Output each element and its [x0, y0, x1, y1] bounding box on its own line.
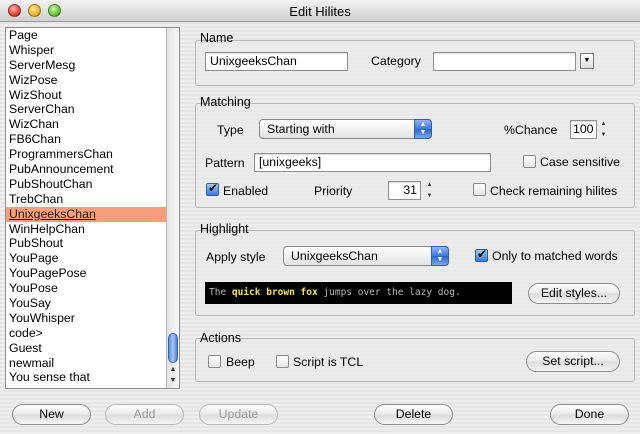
beep-checkbox[interactable]: [208, 355, 221, 368]
increment-arrow-icon[interactable]: ▲: [598, 119, 609, 130]
list-item[interactable]: TrebChan: [6, 192, 167, 207]
list-item[interactable]: WizChan: [6, 117, 167, 132]
check-remaining-label: Check remaining hilites: [490, 184, 618, 198]
highlight-group-label: Highlight: [200, 222, 249, 236]
list-item[interactable]: PubShout: [6, 236, 167, 251]
hilites-list[interactable]: Page Whisper ServerMesg WizPose WizShout Serv…: [5, 27, 180, 389]
set-script-button[interactable]: Set script...: [526, 351, 620, 372]
new-button[interactable]: New: [12, 404, 91, 425]
list-item[interactable]: newmail: [6, 356, 167, 371]
chance-stepper[interactable]: ▲ ▼: [598, 119, 609, 141]
update-button[interactable]: Update: [199, 404, 278, 425]
enabled-label: Enabled: [223, 184, 269, 198]
list-item[interactable]: UnixgeeksChan: [6, 206, 167, 222]
pattern-label: Pattern: [205, 156, 245, 170]
list-item[interactable]: YouPose: [6, 281, 167, 296]
decrement-arrow-icon[interactable]: ▼: [598, 130, 609, 141]
enabled-checkbox[interactable]: [206, 181, 219, 196]
apply-style-popup[interactable]: UnixgeeksChan ▲ ▼: [283, 246, 449, 266]
script-tcl-label: Script is TCL: [293, 355, 364, 369]
edit-hilites-window: Edit Hilites Page Whisper ServerMesg WizPos…: [0, 0, 640, 434]
list-item[interactable]: YouSay: [6, 296, 167, 311]
list-item[interactable]: code>: [6, 326, 167, 341]
add-button[interactable]: Add: [105, 404, 184, 425]
category-combo-input[interactable]: [433, 52, 576, 71]
window-title: Edit Hilites: [289, 4, 351, 19]
list-item[interactable]: WizPose: [6, 73, 167, 88]
chance-input[interactable]: 100: [570, 120, 597, 139]
list-item[interactable]: ServerMesg: [6, 58, 167, 73]
script-tcl-checkbox[interactable]: [276, 355, 289, 368]
name-group-label: Name: [200, 31, 234, 45]
priority-input[interactable]: 31: [388, 181, 421, 200]
hilites-list-items: Page Whisper ServerMesg WizPose WizShout Serv…: [6, 28, 167, 388]
list-item[interactable]: Whisper: [6, 43, 167, 58]
list-item[interactable]: PubAnnouncement: [6, 162, 167, 177]
pattern-input[interactable]: [unixgeeks]: [254, 153, 491, 172]
type-label: Type: [217, 123, 244, 137]
list-item[interactable]: WinHelpChan: [6, 222, 167, 237]
style-preview: The quick brown fox jumps over the lazy …: [205, 282, 512, 304]
list-scrollbar[interactable]: ▲ ▼: [166, 28, 179, 388]
list-item[interactable]: ProgrammersChan: [6, 147, 167, 162]
list-item[interactable]: Guest: [6, 341, 167, 356]
list-item[interactable]: YouPagePose: [6, 266, 167, 281]
scrollbar-thumb[interactable]: [168, 333, 178, 363]
list-item[interactable]: Page: [6, 28, 167, 43]
list-item[interactable]: WizShout: [6, 88, 167, 103]
list-item[interactable]: FB6Chan: [6, 132, 167, 147]
case-sensitive-label: Case sensitive: [540, 155, 620, 169]
list-item[interactable]: YouPage: [6, 251, 167, 266]
title-bar: Edit Hilites: [0, 0, 640, 22]
name-input[interactable]: UnixgeeksChan: [205, 52, 348, 71]
done-button[interactable]: Done: [550, 404, 629, 425]
chance-label: %Chance: [504, 123, 558, 137]
updown-arrows-icon: ▲ ▼: [431, 246, 449, 266]
apply-style-label: Apply style: [206, 250, 266, 264]
list-item[interactable]: ServerChan: [6, 102, 167, 117]
decrement-arrow-icon[interactable]: ▼: [424, 191, 435, 202]
only-matched-label: Only to matched words: [492, 249, 618, 263]
scroll-up-arrow-icon[interactable]: ▲: [168, 364, 178, 375]
type-popup-value: Starting with: [267, 122, 335, 136]
scroll-down-arrow-icon[interactable]: ▼: [168, 375, 178, 386]
list-item[interactable]: PubShoutChan: [6, 177, 167, 192]
type-popup[interactable]: Starting with ▲ ▼: [259, 119, 432, 139]
list-item[interactable]: You sense that: [6, 370, 167, 385]
list-item[interactable]: YouWhisper: [6, 311, 167, 326]
category-label: Category: [371, 54, 421, 68]
apply-style-popup-value: UnixgeeksChan: [291, 249, 378, 263]
case-sensitive-checkbox[interactable]: [523, 155, 536, 168]
preview-text-highlight: quick brown fox: [231, 287, 318, 298]
priority-label: Priority: [314, 184, 353, 198]
actions-group-label: Actions: [200, 331, 241, 345]
only-matched-checkbox[interactable]: [475, 247, 488, 262]
preview-text-before: The: [209, 287, 232, 298]
check-remaining-checkbox[interactable]: [473, 183, 486, 196]
category-dropdown-arrow-icon[interactable]: ▼: [580, 53, 594, 69]
updown-arrows-icon: ▲ ▼: [414, 119, 432, 139]
priority-stepper[interactable]: ▲ ▼: [424, 180, 435, 202]
edit-styles-button[interactable]: Edit styles...: [528, 283, 620, 304]
preview-text-after: jumps over the lazy dog.: [317, 287, 461, 298]
matching-group-label: Matching: [200, 95, 251, 109]
beep-label: Beep: [226, 355, 255, 369]
delete-button[interactable]: Delete: [374, 404, 453, 425]
increment-arrow-icon[interactable]: ▲: [424, 180, 435, 191]
